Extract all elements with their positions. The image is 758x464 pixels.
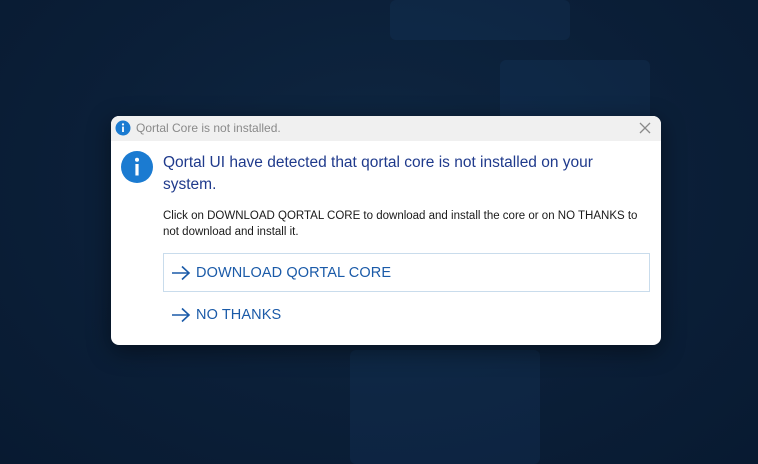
download-button-label: DOWNLOAD QORTAL CORE xyxy=(196,264,392,281)
arrow-right-icon xyxy=(172,307,191,322)
no-thanks-button[interactable]: NO THANKS xyxy=(163,295,650,334)
arrow-right-icon xyxy=(172,265,191,280)
background-decoration xyxy=(500,60,650,120)
close-icon[interactable] xyxy=(637,120,653,136)
background-decoration xyxy=(390,0,570,40)
core-not-installed-dialog: Qortal Core is not installed. Qortal UI … xyxy=(111,116,661,345)
dialog-heading: Qortal UI have detected that qortal core… xyxy=(163,154,593,193)
no-thanks-button-label: NO THANKS xyxy=(196,306,282,323)
dialog-message: Click on DOWNLOAD QORTAL CORE to downloa… xyxy=(163,210,638,238)
info-icon xyxy=(121,151,153,183)
dialog-titlebar: Qortal Core is not installed. xyxy=(111,116,661,141)
download-qortal-core-button[interactable]: DOWNLOAD QORTAL CORE xyxy=(163,253,650,292)
dialog-title: Qortal Core is not installed. xyxy=(136,121,281,135)
background-decoration xyxy=(350,350,540,464)
info-icon xyxy=(115,120,131,136)
